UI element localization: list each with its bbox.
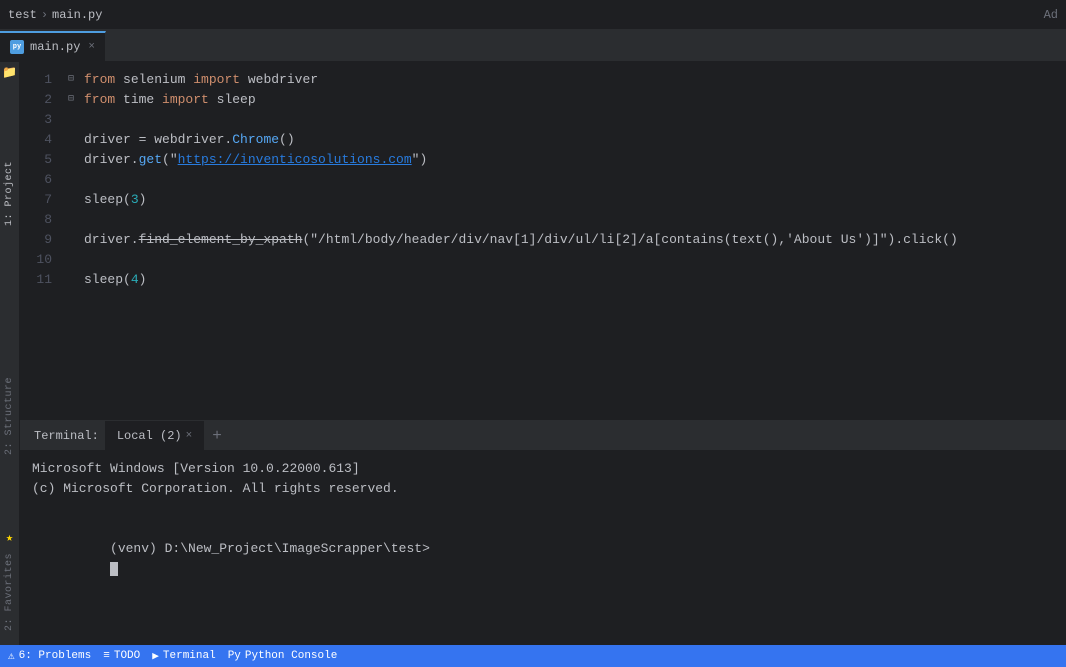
sidebar-label-structure[interactable]: 2: Structure bbox=[4, 371, 15, 461]
code-line-5: driver. get (" https://inventicosolution… bbox=[68, 150, 1066, 170]
terminal-output: Microsoft Windows [Version 10.0.22000.61… bbox=[20, 451, 1066, 645]
line-num-6: 6 bbox=[20, 170, 52, 190]
breadcrumb: test › main.py bbox=[8, 8, 102, 22]
tab-bar: py main.py × bbox=[0, 30, 1066, 62]
terminal-label: Terminal: bbox=[28, 421, 105, 451]
code-line-2: ⊟ from time import sleep bbox=[68, 90, 1066, 110]
python-icon: Py bbox=[228, 650, 241, 662]
line-num-8: 8 bbox=[20, 210, 52, 230]
line-num-5: 5 bbox=[20, 150, 52, 170]
python-console-status[interactable]: Py Python Console bbox=[228, 650, 338, 662]
line-num-4: 4 bbox=[20, 130, 52, 150]
code-line-7: sleep( 3 ) bbox=[68, 190, 1066, 210]
breadcrumb-mainpy[interactable]: main.py bbox=[52, 8, 102, 22]
code-line-8 bbox=[68, 210, 1066, 230]
code-line-9: driver. find_element_by_xpath ("/html/bo… bbox=[68, 230, 1066, 250]
status-left: ⚠ 6: Problems ≡ TODO ▶ Terminal Py Pytho… bbox=[8, 649, 337, 663]
terminal-prompt-line: (venv) D:\New_Project\ImageScrapper\test… bbox=[32, 519, 1054, 599]
ad-area: Ad bbox=[1044, 8, 1058, 22]
code-editor: 1 2 3 4 5 6 7 8 9 10 11 ⊟ from selenium bbox=[20, 62, 1066, 420]
terminal-line-3 bbox=[32, 499, 1054, 519]
favorites-icon[interactable]: ★ bbox=[0, 527, 20, 547]
code-lines[interactable]: ⊟ from selenium import webdriver ⊟ from … bbox=[60, 62, 1066, 420]
line-numbers: 1 2 3 4 5 6 7 8 9 10 11 bbox=[20, 62, 60, 420]
breadcrumb-sep: › bbox=[41, 8, 48, 22]
kw-import-2: import bbox=[162, 90, 209, 110]
line-num-7: 7 bbox=[20, 190, 52, 210]
breadcrumb-test[interactable]: test bbox=[8, 8, 37, 22]
code-line-10 bbox=[68, 250, 1066, 270]
line-num-2: 2 bbox=[20, 90, 52, 110]
code-line-1: ⊟ from selenium import webdriver bbox=[68, 70, 1066, 90]
terminal-line-2: (c) Microsoft Corporation. All rights re… bbox=[32, 479, 1054, 499]
code-line-11: sleep( 4 ) bbox=[68, 270, 1066, 290]
kw-import-1: import bbox=[193, 70, 240, 90]
tab-local-2[interactable]: Local (2) × bbox=[105, 421, 204, 451]
sidebar-label-favorites[interactable]: 2: Favorites bbox=[4, 547, 15, 637]
folder-icon[interactable]: 📁 bbox=[0, 62, 20, 82]
terminal-label-status: Terminal bbox=[163, 650, 216, 662]
code-line-6 bbox=[68, 170, 1066, 190]
code-line-3 bbox=[68, 110, 1066, 130]
sidebar-label-project[interactable]: 1: Project bbox=[4, 155, 15, 232]
left-sidebar: 📁 1: Project 2: Structure ★ 2: Favorites bbox=[0, 62, 20, 645]
terminal-status[interactable]: ▶ Terminal bbox=[152, 649, 215, 663]
fold-arrow-2[interactable]: ⊟ bbox=[68, 90, 84, 110]
python-file-icon: py bbox=[10, 40, 24, 54]
line-num-10: 10 bbox=[20, 250, 52, 270]
line-num-9: 9 bbox=[20, 230, 52, 250]
problems-status[interactable]: ⚠ 6: Problems bbox=[8, 649, 91, 663]
kw-from-2: from bbox=[84, 90, 115, 110]
line-num-1: 1 bbox=[20, 70, 52, 90]
python-console-text: Python Console bbox=[245, 650, 337, 662]
tab-close-button[interactable]: × bbox=[88, 41, 95, 53]
line-num-3: 3 bbox=[20, 110, 52, 130]
warning-icon: ⚠ bbox=[8, 649, 15, 663]
local-tab-label: Local (2) bbox=[117, 429, 182, 443]
terminal-prompt: (venv) D:\New_Project\ImageScrapper\test… bbox=[110, 541, 430, 556]
tab-label: main.py bbox=[30, 40, 80, 54]
terminal-tab-bar: Terminal: Local (2) × + bbox=[20, 421, 1066, 451]
status-bar: ⚠ 6: Problems ≡ TODO ▶ Terminal Py Pytho… bbox=[0, 645, 1066, 667]
local-tab-close[interactable]: × bbox=[186, 430, 193, 442]
terminal-icon: ▶ bbox=[152, 649, 159, 663]
terminal-cursor bbox=[110, 562, 118, 576]
bottom-panel: Terminal: Local (2) × + Microsoft Window… bbox=[20, 420, 1066, 645]
deprecated-method: find_element_by_xpath bbox=[139, 230, 303, 250]
problems-text: 6: Problems bbox=[19, 650, 92, 662]
todo-text: TODO bbox=[114, 650, 140, 662]
code-line-4: driver = webdriver. Chrome () bbox=[68, 130, 1066, 150]
kw-from-1: from bbox=[84, 70, 115, 90]
url-link[interactable]: https://inventicosolutions.com bbox=[178, 150, 412, 170]
add-terminal-button[interactable]: + bbox=[204, 427, 230, 445]
tab-mainpy[interactable]: py main.py × bbox=[0, 31, 106, 61]
todo-status[interactable]: ≡ TODO bbox=[103, 650, 140, 662]
title-bar: test › main.py Ad bbox=[0, 0, 1066, 30]
fold-arrow-1[interactable]: ⊟ bbox=[68, 70, 84, 90]
list-icon: ≡ bbox=[103, 650, 110, 662]
main-area: 📁 1: Project 2: Structure ★ 2: Favorites… bbox=[0, 62, 1066, 645]
line-num-11: 11 bbox=[20, 270, 52, 290]
terminal-line-1: Microsoft Windows [Version 10.0.22000.61… bbox=[32, 459, 1054, 479]
